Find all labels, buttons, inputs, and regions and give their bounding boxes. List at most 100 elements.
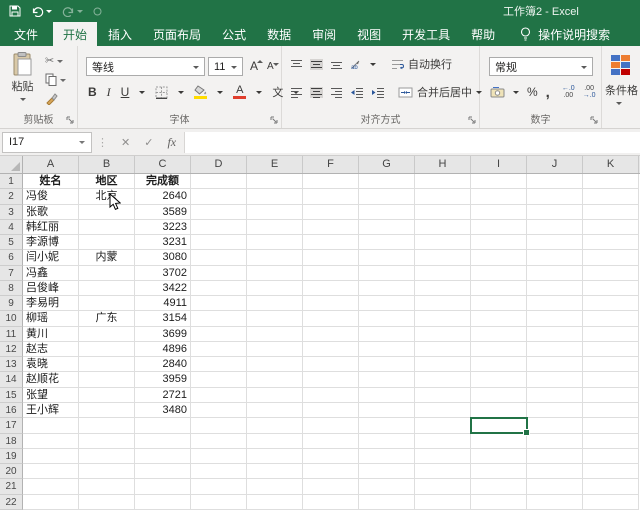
cell-F20[interactable] [303,464,359,479]
cell-A5[interactable]: 李源博 [23,235,79,250]
cell-H11[interactable] [415,327,471,342]
conditional-formatting-icon[interactable] [611,55,630,75]
column-header-F[interactable]: F [303,156,359,173]
cell-E2[interactable] [247,189,303,204]
cell-D11[interactable] [191,327,247,342]
cell-J22[interactable] [527,495,583,510]
cell-C10[interactable]: 3154 [135,311,191,326]
cell-J6[interactable] [527,250,583,265]
cell-C1[interactable]: 完成额 [135,174,191,189]
cell-E22[interactable] [247,495,303,510]
cell-D15[interactable] [191,388,247,403]
cell-C18[interactable] [135,434,191,449]
row-header-9[interactable]: 9 [0,296,23,311]
cell-F12[interactable] [303,342,359,357]
cell-D13[interactable] [191,357,247,372]
cell-G6[interactable] [359,250,415,265]
cell-C5[interactable]: 3231 [135,235,191,250]
number-format-select[interactable]: 常规 [489,57,593,76]
cell-H17[interactable] [415,418,471,433]
cell-C19[interactable] [135,449,191,464]
cell-A8[interactable]: 吕俊峰 [23,281,79,296]
cell-F22[interactable] [303,495,359,510]
row-header-1[interactable]: 1 [0,174,23,189]
cell-F13[interactable] [303,357,359,372]
cell-F4[interactable] [303,220,359,235]
align-bottom-icon[interactable] [330,59,343,70]
cell-F19[interactable] [303,449,359,464]
cell-A14[interactable]: 赵顺花 [23,372,79,387]
cell-A7[interactable]: 冯鑫 [23,266,79,281]
cell-J3[interactable] [527,205,583,220]
cell-D16[interactable] [191,403,247,418]
cell-F10[interactable] [303,311,359,326]
cell-J14[interactable] [527,372,583,387]
cell-H22[interactable] [415,495,471,510]
cell-J15[interactable] [527,388,583,403]
cell-D20[interactable] [191,464,247,479]
cell-E19[interactable] [247,449,303,464]
cell-I16[interactable] [471,403,527,418]
cell-I10[interactable] [471,311,527,326]
comma-style-button[interactable]: , [546,84,550,101]
column-header-E[interactable]: E [247,156,303,173]
cell-E4[interactable] [247,220,303,235]
cell-C15[interactable]: 2721 [135,388,191,403]
wrap-text-button[interactable]: 自动换行 [391,56,452,72]
cell-D22[interactable] [191,495,247,510]
cell-I5[interactable] [471,235,527,250]
row-header-19[interactable]: 19 [0,449,23,464]
cell-H15[interactable] [415,388,471,403]
cell-F14[interactable] [303,372,359,387]
cell-A21[interactable] [23,479,79,494]
cell-G5[interactable] [359,235,415,250]
cell-K10[interactable] [583,311,639,326]
cell-B14[interactable] [79,372,135,387]
row-header-3[interactable]: 3 [0,205,23,220]
cell-F3[interactable] [303,205,359,220]
cell-K1[interactable] [583,174,639,189]
cell-A13[interactable]: 袁晓 [23,357,79,372]
format-painter-button[interactable] [45,91,66,106]
cell-I8[interactable] [471,281,527,296]
cell-K8[interactable] [583,281,639,296]
cell-I17[interactable] [471,418,527,433]
cell-H16[interactable] [415,403,471,418]
cell-F15[interactable] [303,388,359,403]
cell-H19[interactable] [415,449,471,464]
cell-J11[interactable] [527,327,583,342]
cell-J13[interactable] [527,357,583,372]
cell-A10[interactable]: 柳瑶 [23,311,79,326]
cell-B12[interactable] [79,342,135,357]
align-right-icon[interactable] [330,87,343,98]
cell-I11[interactable] [471,327,527,342]
cell-A19[interactable] [23,449,79,464]
cell-A1[interactable]: 姓名 [23,174,79,189]
cell-G17[interactable] [359,418,415,433]
row-header-6[interactable]: 6 [0,250,23,265]
cell-H6[interactable] [415,250,471,265]
customize-icon[interactable] [93,7,102,16]
cell-D8[interactable] [191,281,247,296]
row-header-16[interactable]: 16 [0,403,23,418]
accounting-dropdown-icon[interactable] [513,91,519,97]
cell-E10[interactable] [247,311,303,326]
cell-I22[interactable] [471,495,527,510]
cell-E8[interactable] [247,281,303,296]
cell-I21[interactable] [471,479,527,494]
cell-B8[interactable] [79,281,135,296]
row-header-20[interactable]: 20 [0,464,23,479]
cell-C16[interactable]: 3480 [135,403,191,418]
row-header-11[interactable]: 11 [0,327,23,342]
cell-B4[interactable] [79,220,135,235]
cell-J9[interactable] [527,296,583,311]
cell-D14[interactable] [191,372,247,387]
row-header-14[interactable]: 14 [0,372,23,387]
cell-A9[interactable]: 李易明 [23,296,79,311]
cell-H3[interactable] [415,205,471,220]
cell-E11[interactable] [247,327,303,342]
cell-G16[interactable] [359,403,415,418]
cell-H4[interactable] [415,220,471,235]
undo-button[interactable] [31,6,52,17]
cell-K9[interactable] [583,296,639,311]
